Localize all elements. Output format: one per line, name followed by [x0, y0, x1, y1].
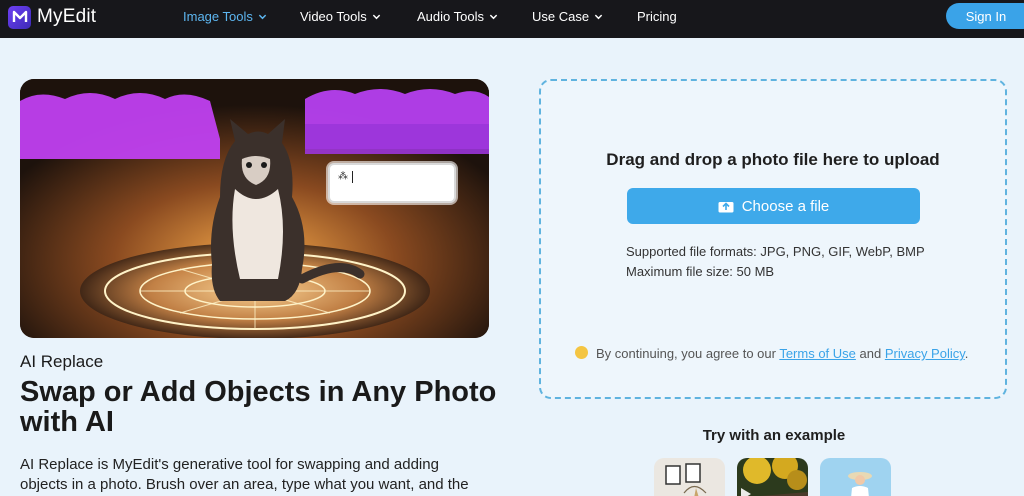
terms-of-use-link[interactable]: Terms of Use [779, 346, 856, 361]
text-caret [352, 171, 353, 183]
upload-dropzone[interactable]: Drag and drop a photo file here to uploa… [539, 79, 1007, 399]
myedit-logo-icon [8, 5, 31, 29]
examples-title: Try with an example [702, 427, 846, 444]
example-thumbnail-1[interactable] [654, 458, 725, 496]
chevron-down-icon [372, 14, 380, 20]
chevron-down-icon [594, 14, 603, 20]
nav-image-tools[interactable]: Image Tools [183, 9, 267, 24]
example-thumbnail-2[interactable] [737, 458, 808, 496]
upload-icon [718, 202, 734, 213]
consent-prefix: By continuing, you agree to our [596, 346, 780, 361]
sign-in-button[interactable]: Sign In [946, 3, 1024, 29]
file-requirements: Supported file formats: JPG, PNG, GIF, W… [626, 242, 925, 282]
nav-audio-tools[interactable]: Audio Tools [417, 9, 498, 24]
nav-image-tools-label: Image Tools [183, 9, 253, 24]
nav-audio-tools-label: Audio Tools [417, 9, 484, 24]
logo[interactable]: MyEdit [8, 4, 96, 30]
consent-and: and [855, 346, 885, 361]
hero-demo-image: ⁂ [20, 79, 489, 338]
magic-wand-icon: ⁂ [338, 171, 348, 182]
nav-use-case[interactable]: Use Case [532, 9, 603, 24]
max-file-size: Maximum file size: 50 MB [626, 264, 775, 279]
lightbulb-icon [575, 346, 588, 359]
tool-name: AI Replace [20, 352, 104, 371]
consent-suffix: . [964, 346, 969, 361]
nav-pricing[interactable]: Pricing [637, 9, 677, 24]
nav-pricing-label: Pricing [637, 9, 677, 24]
upload-title: Drag and drop a photo file here to uploa… [606, 150, 940, 169]
choose-file-button[interactable]: Choose a file [627, 188, 920, 224]
tool-description: AI Replace is MyEdit's generative tool f… [20, 456, 469, 493]
ai-prompt-box: ⁂ [328, 163, 456, 203]
chevron-down-icon [489, 14, 498, 20]
chevron-down-icon [258, 14, 267, 20]
nav-video-tools[interactable]: Video Tools [300, 9, 381, 24]
privacy-policy-link[interactable]: Privacy Policy [885, 346, 965, 361]
top-nav: MyEdit Image Tools Video Tools Audio Too… [0, 0, 1024, 38]
nav-use-case-label: Use Case [532, 9, 590, 24]
example-thumbnail-3[interactable] [820, 458, 891, 496]
brand-name: MyEdit [37, 6, 97, 27]
supported-formats: Supported file formats: JPG, PNG, GIF, W… [626, 244, 925, 259]
consent-text: By continuing, you agree to our Terms of… [596, 344, 976, 363]
page-title: Swap or Add Objects in Any Photo with AI [20, 376, 497, 438]
choose-file-label: Choose a file [741, 197, 830, 215]
nav-video-tools-label: Video Tools [300, 9, 367, 24]
